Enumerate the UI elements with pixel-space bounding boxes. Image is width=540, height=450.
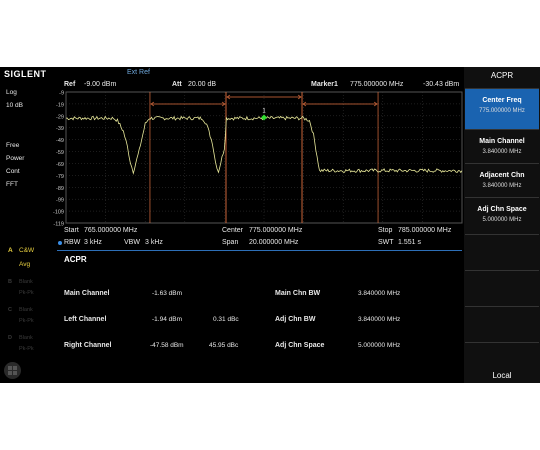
softkey-panel: ACPR Center Freq 775.000000 MHz Main Cha… xyxy=(464,67,540,383)
center-value: 775.000000 MHz xyxy=(249,227,303,234)
y-tick-label: -119 xyxy=(53,222,64,228)
y-tick-label: -39 xyxy=(56,126,64,132)
right-channel-label: Right Channel xyxy=(64,342,112,349)
menu-title: ACPR xyxy=(490,71,514,80)
main-chn-bw-value: 3.840000 MHz xyxy=(358,290,401,297)
rbw-dot xyxy=(58,241,62,245)
y-tick-label: -89 xyxy=(56,186,64,192)
main-chn-bw-label: Main Chn BW xyxy=(275,290,321,297)
empty-softkey-6[interactable] xyxy=(465,270,539,307)
main-channel-softkey-value: 3.840000 MHz xyxy=(482,149,522,155)
adjacent-chn-softkey-value: 3.840000 MHz xyxy=(482,183,522,189)
center-label: Center xyxy=(222,227,244,234)
trace-d-mode: Blank xyxy=(19,335,33,341)
y-tick-label: -9 xyxy=(59,91,64,97)
y-axis-labels: -9 -19 -29 -39 -49 -59 -69 -79 -89 -99 -109 -119 xyxy=(53,91,64,228)
rbw-label: RBW xyxy=(64,239,81,246)
main-channel-softkey[interactable]: Main Channel 3.840000 MHz xyxy=(465,129,539,167)
y-tick-label: -19 xyxy=(56,102,64,108)
trace-d-detector: Pk-Pk xyxy=(19,346,34,352)
y-tick-label: -99 xyxy=(56,198,64,204)
y-tick-label: -29 xyxy=(56,114,64,120)
main-channel-softkey-label: Main Channel xyxy=(479,138,525,145)
grid-menu-icon[interactable] xyxy=(4,362,21,379)
start-value: 765.000000 MHz xyxy=(84,227,138,234)
trace-d-letter[interactable]: D xyxy=(8,335,12,341)
local-status[interactable]: Local xyxy=(464,371,540,380)
adj-chn-space-softkey[interactable]: Adj Chn Space 5.000000 MHz xyxy=(465,197,539,235)
adjacent-chn-softkey[interactable]: Adjacent Chn 3.840000 MHz xyxy=(465,163,539,201)
adj-chn-space-value: 5.000000 MHz xyxy=(358,342,401,349)
adj-chn-space-label: Adj Chn Space xyxy=(275,342,325,349)
right-channel-rel: 45.95 dBc xyxy=(209,342,239,349)
adj-chn-bw-value: 3.840000 MHz xyxy=(358,316,401,323)
marker-number: 1 xyxy=(262,109,266,115)
trace-c-detector: Pk-Pk xyxy=(19,318,34,324)
trace-c-mode: Blank xyxy=(19,307,33,313)
span-label: Span xyxy=(222,239,239,246)
results-divider xyxy=(57,250,462,251)
span-value: 20.000000 MHz xyxy=(249,239,299,246)
trace-c-letter[interactable]: C xyxy=(8,307,12,313)
left-channel-label: Left Channel xyxy=(64,316,107,323)
stop-label: Stop xyxy=(378,227,393,234)
center-freq-softkey-label: Center Freq xyxy=(482,97,522,104)
adj-chn-bw-label: Adj Chn BW xyxy=(275,316,316,323)
left-channel-value: -1.94 dBm xyxy=(152,316,182,323)
left-channel-rel: 0.31 dBc xyxy=(213,316,239,323)
rbw-value: 3 kHz xyxy=(84,239,102,246)
center-freq-softkey-value: 775.000000 MHz xyxy=(479,108,525,114)
y-tick-label: -79 xyxy=(56,174,64,180)
center-freq-softkey[interactable]: Center Freq 775.000000 MHz xyxy=(465,88,539,129)
adjacent-chn-softkey-label: Adjacent Chn xyxy=(479,172,525,179)
main-channel-label: Main Channel xyxy=(64,290,110,297)
results-title: ACPR xyxy=(64,255,87,264)
y-tick-label: -49 xyxy=(56,138,64,144)
y-tick-label: -69 xyxy=(56,162,64,168)
y-tick-label: -109 xyxy=(53,210,64,216)
adj-chn-space-softkey-value: 5.000000 MHz xyxy=(482,217,522,223)
right-channel-value: -47.58 dBm xyxy=(150,342,184,349)
vbw-value: 3 kHz xyxy=(145,239,163,246)
empty-softkey-5[interactable] xyxy=(465,234,539,271)
adj-chn-space-softkey-label: Adj Chn Space xyxy=(477,206,527,213)
empty-softkey-8[interactable] xyxy=(465,342,539,369)
analyzer-screen: SIGLENT Ext Ref Ref -9.00 dBm Att 20.00 … xyxy=(0,67,540,383)
main-channel-value: -1.63 dBm xyxy=(152,290,182,297)
vbw-label: VBW xyxy=(124,239,140,246)
start-label: Start xyxy=(64,227,79,234)
stop-value: 785.000000 MHz xyxy=(398,227,452,234)
empty-softkey-7[interactable] xyxy=(465,306,539,343)
swt-label: SWT xyxy=(378,239,394,246)
marker-diamond xyxy=(261,114,267,121)
y-tick-label: -59 xyxy=(56,150,64,156)
swt-value: 1.551 s xyxy=(398,239,421,246)
